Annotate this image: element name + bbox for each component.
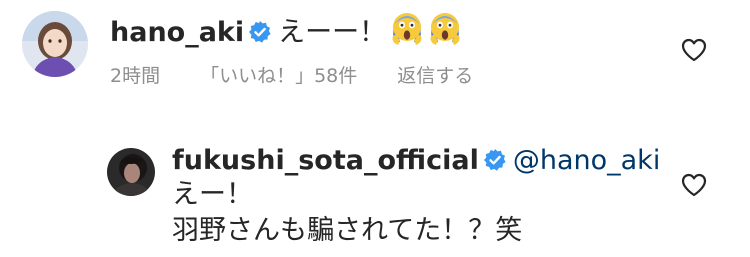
like-heart-icon[interactable] xyxy=(681,38,707,66)
reply-avatar[interactable] xyxy=(107,148,155,196)
reply-avatar-image xyxy=(107,148,155,196)
verified-badge-icon xyxy=(483,147,507,181)
comment-body: えーー！ xyxy=(278,17,387,48)
reply-button[interactable]: 返信する xyxy=(397,65,473,87)
comment-like-count[interactable]: 「いいね！」58件 xyxy=(200,65,357,87)
comment-text-line: hano_aki えーー！ xyxy=(110,12,462,57)
reply-username[interactable]: fukushi_sota_official xyxy=(172,145,479,176)
reply-text-line-2: 羽野さんも騙されてた！？笑 xyxy=(172,215,523,246)
like-heart-icon[interactable] xyxy=(681,173,707,201)
comment: hano_aki えーー！ 2時間 「いいね！」58件 返信する xyxy=(0,0,750,110)
reply-header-line: fukushi_sota_official @hano_aki xyxy=(172,144,660,181)
avatar-image xyxy=(22,11,88,77)
avatar[interactable] xyxy=(22,11,88,77)
reply-text-line-1: えー！ xyxy=(172,179,253,210)
verified-badge-icon xyxy=(248,19,272,53)
face-screaming-in-fear-icon xyxy=(390,12,424,57)
comment-username[interactable]: hano_aki xyxy=(110,17,244,48)
reply-comment: fukushi_sota_official @hano_aki えー！ 羽野さんも… xyxy=(0,130,750,257)
comment-meta: 2時間 「いいね！」58件 返信する xyxy=(110,63,513,89)
comment-timestamp: 2時間 xyxy=(110,65,161,87)
face-screaming-in-fear-icon xyxy=(428,12,462,57)
reply-mention-link[interactable]: @hano_aki xyxy=(513,145,660,176)
